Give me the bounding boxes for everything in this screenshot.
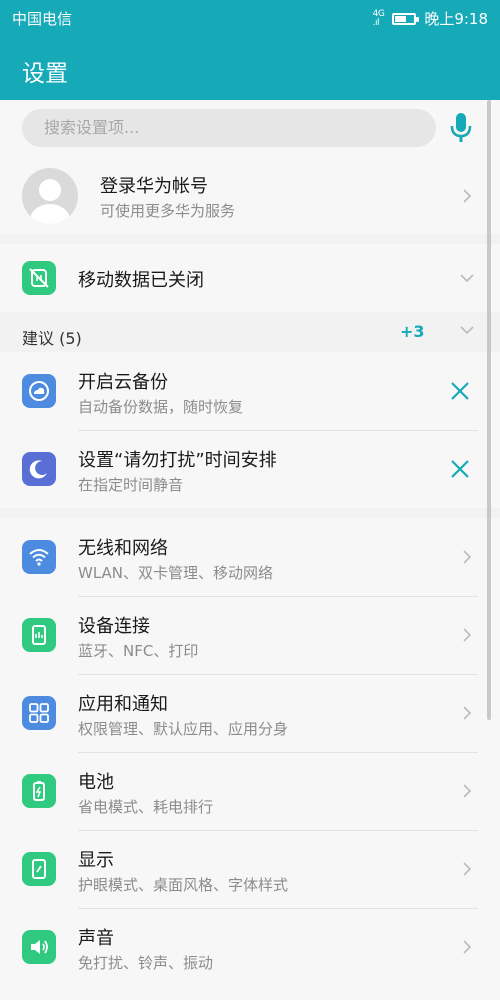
settings-item-subtitle: 免打扰、铃声、振动 xyxy=(78,954,214,972)
settings-item-title: 应用和通知 xyxy=(78,694,168,715)
settings-item-subtitle: 蓝牙、NFC、打印 xyxy=(78,642,199,660)
suggestion-subtitle: 自动备份数据，随时恢复 xyxy=(78,398,244,416)
chevron-right-icon xyxy=(463,189,472,203)
chevron-right-icon xyxy=(463,784,472,798)
settings-item-title: 显示 xyxy=(78,850,114,871)
settings-list: 无线和网络 WLAN、双卡管理、移动网络 设备连接 蓝牙、NFC、打印 应用和通… xyxy=(0,518,500,1000)
settings-item-display[interactable]: 显示 护眼模式、桌面风格、字体样式 xyxy=(0,830,500,908)
suggestion-item[interactable]: 设置“请勿打扰”时间安排 在指定时间静音 xyxy=(0,430,500,508)
search-row: 搜索设置项... xyxy=(0,100,500,158)
suggestions-label: 建议 (5) xyxy=(22,329,82,348)
carrier-label: 中国电信 xyxy=(12,10,73,28)
mobile-data-off-icon xyxy=(22,261,56,295)
settings-item-title: 电池 xyxy=(78,772,114,793)
display-icon xyxy=(22,852,56,886)
clock: 晚上9:18 xyxy=(424,10,488,28)
settings-item-subtitle: 省电模式、耗电排行 xyxy=(78,798,214,816)
status-bar: 中国电信 4G .ıl 晚上9:18 xyxy=(0,0,500,34)
settings-item-device-connection[interactable]: 设备连接 蓝牙、NFC、打印 xyxy=(0,596,500,674)
device-connection-icon xyxy=(22,618,56,652)
settings-item-title: 设备连接 xyxy=(78,616,150,637)
suggestions-card: 开启云备份 自动备份数据，随时恢复 设置“请勿打扰”时间安排 在指定时间静音 xyxy=(0,352,500,508)
status-right: 4G .ıl 晚上9:18 xyxy=(373,8,488,29)
mobile-data-title: 移动数据已关闭 xyxy=(78,270,204,291)
suggestion-item[interactable]: 开启云备份 自动备份数据，随时恢复 xyxy=(0,352,500,430)
moon-icon xyxy=(22,452,56,486)
settings-item-title: 声音 xyxy=(78,928,114,949)
search-input[interactable]: 搜索设置项... xyxy=(22,109,436,147)
signal-icon: 4G .ıl xyxy=(372,8,385,28)
account-row[interactable]: 登录华为帐号 可使用更多华为服务 xyxy=(0,158,500,234)
chevron-right-icon xyxy=(463,706,472,720)
sound-icon xyxy=(22,930,56,964)
suggestion-title: 设置“请勿打扰”时间安排 xyxy=(78,450,277,471)
settings-item-subtitle: 权限管理、默认应用、应用分身 xyxy=(78,720,289,738)
account-subtitle: 可使用更多华为服务 xyxy=(100,202,236,220)
scrollbar[interactable] xyxy=(487,100,491,720)
suggestion-subtitle: 在指定时间静音 xyxy=(78,476,184,494)
suggestions-expand-icon[interactable] xyxy=(460,323,474,337)
cloud-backup-icon xyxy=(22,374,56,408)
microphone-icon[interactable] xyxy=(448,112,474,144)
dismiss-icon[interactable] xyxy=(449,458,471,480)
chevron-down-icon[interactable] xyxy=(460,271,474,285)
settings-item-battery[interactable]: 电池 省电模式、耗电排行 xyxy=(0,752,500,830)
chevron-right-icon xyxy=(463,940,472,954)
battery-icon xyxy=(392,12,420,25)
settings-item-subtitle: 护眼模式、桌面风格、字体样式 xyxy=(78,876,289,894)
apps-icon xyxy=(22,696,56,730)
settings-item-wireless[interactable]: 无线和网络 WLAN、双卡管理、移动网络 xyxy=(0,518,500,596)
wifi-icon xyxy=(22,540,56,574)
avatar xyxy=(22,168,78,224)
account-title: 登录华为帐号 xyxy=(100,176,208,197)
settings-item-subtitle: WLAN、双卡管理、移动网络 xyxy=(78,564,274,582)
dismiss-icon[interactable] xyxy=(449,380,471,402)
page-title: 设置 xyxy=(22,61,68,87)
settings-item-title: 无线和网络 xyxy=(78,538,168,559)
battery-icon xyxy=(22,774,56,808)
settings-item-sound[interactable]: 声音 免打扰、铃声、振动 xyxy=(0,908,500,986)
suggestion-title: 开启云备份 xyxy=(78,372,168,393)
chevron-right-icon xyxy=(463,628,472,642)
settings-item-apps[interactable]: 应用和通知 权限管理、默认应用、应用分身 xyxy=(0,674,500,752)
more-suggestions-badge[interactable]: +3 xyxy=(400,322,425,341)
mobile-data-row[interactable]: 移动数据已关闭 xyxy=(0,244,500,312)
chevron-right-icon xyxy=(463,862,472,876)
app-header: 中国电信 4G .ıl 晚上9:18 设置 xyxy=(0,0,500,100)
chevron-right-icon xyxy=(463,550,472,564)
